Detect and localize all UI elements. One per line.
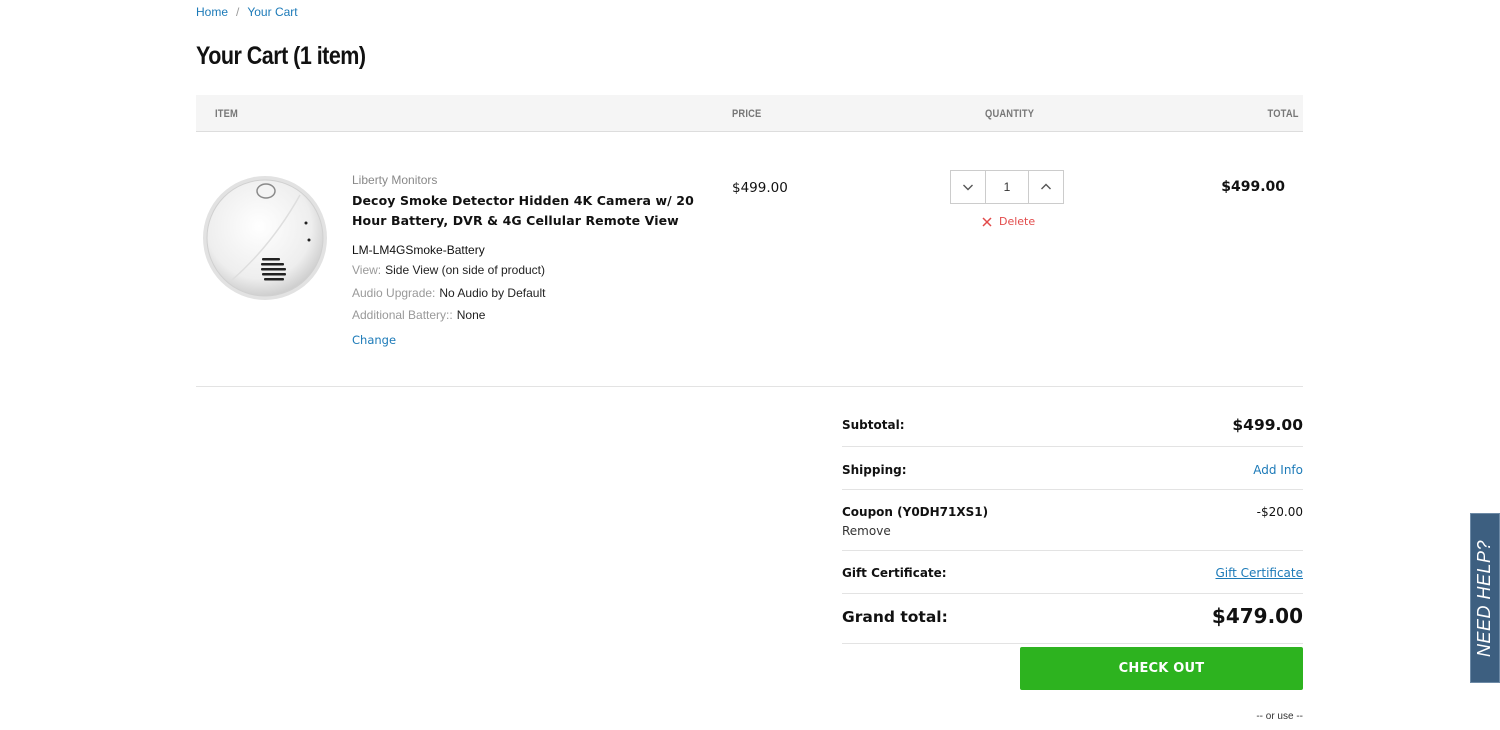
option-battery-value: None bbox=[456, 308, 486, 322]
gift-certificate-label: Gift Certificate: bbox=[842, 566, 947, 580]
smoke-detector-image[interactable] bbox=[202, 175, 328, 301]
cart-totals: Subtotal: $499.00 Shipping: Add Info Cou… bbox=[842, 404, 1303, 644]
option-additional-battery: Additional Battery:: None bbox=[352, 308, 485, 322]
grand-total-value: $479.00 bbox=[1211, 604, 1303, 628]
or-use-text: -- or use -- bbox=[1256, 711, 1303, 722]
breadcrumb: Home / Your Cart bbox=[196, 5, 298, 19]
option-audio-value: No Audio by Default bbox=[439, 286, 546, 300]
shipping-row: Shipping: Add Info bbox=[842, 447, 1303, 490]
cart-table-header: ITEM PRICE QUANTITY TOTAL bbox=[196, 95, 1303, 132]
change-options-link[interactable]: Change bbox=[352, 333, 396, 347]
cart-divider bbox=[196, 386, 1303, 387]
option-audio-label: Audio Upgrade: bbox=[352, 286, 436, 300]
need-help-label: NEED HELP? bbox=[1474, 539, 1495, 657]
subtotal-row: Subtotal: $499.00 bbox=[842, 404, 1303, 447]
option-view: View: Side View (on side of product) bbox=[352, 263, 545, 277]
shipping-add-info-link[interactable]: Add Info bbox=[1253, 463, 1303, 477]
chevron-up-icon bbox=[1041, 183, 1051, 190]
header-quantity: QUANTITY bbox=[985, 108, 1035, 120]
item-total: $499.00 bbox=[1221, 179, 1285, 195]
quantity-increase-button[interactable] bbox=[1029, 171, 1063, 203]
checkout-button[interactable]: CHECK OUT bbox=[1020, 647, 1303, 690]
subtotal-value: $499.00 bbox=[1232, 416, 1303, 434]
option-view-label: View: bbox=[352, 263, 382, 277]
breadcrumb-separator: / bbox=[236, 5, 240, 19]
option-battery-label: Additional Battery:: bbox=[352, 308, 453, 322]
subtotal-label: Subtotal: bbox=[842, 418, 905, 432]
gift-certificate-link[interactable]: Gift Certificate bbox=[1216, 566, 1304, 580]
header-item: ITEM bbox=[215, 108, 239, 120]
need-help-tab[interactable]: NEED HELP? bbox=[1470, 513, 1500, 683]
quantity-input[interactable]: 1 bbox=[985, 171, 1029, 203]
product-name-link[interactable]: Decoy Smoke Detector Hidden 4K Camera w/… bbox=[352, 191, 702, 231]
option-view-value: Side View (on side of product) bbox=[385, 263, 546, 277]
grand-total-label: Grand total: bbox=[842, 608, 948, 626]
breadcrumb-current-link[interactable]: Your Cart bbox=[247, 5, 297, 19]
chevron-down-icon bbox=[963, 184, 973, 191]
header-price: PRICE bbox=[732, 108, 762, 120]
close-icon bbox=[982, 216, 992, 227]
item-price: $499.00 bbox=[732, 180, 788, 196]
quantity-decrease-button[interactable] bbox=[951, 171, 985, 203]
product-brand: Liberty Monitors bbox=[352, 173, 438, 187]
breadcrumb-home-link[interactable]: Home bbox=[196, 5, 228, 19]
product-sku: LM-LM4GSmoke-Battery bbox=[352, 243, 485, 257]
quantity-stepper: 1 bbox=[950, 170, 1064, 204]
shipping-label: Shipping: bbox=[842, 463, 907, 477]
option-audio-upgrade: Audio Upgrade: No Audio by Default bbox=[352, 286, 545, 300]
coupon-remove-link[interactable]: Remove bbox=[842, 524, 891, 538]
grand-total-row: Grand total: $479.00 bbox=[842, 594, 1303, 644]
delete-item-button[interactable]: Delete bbox=[982, 215, 1035, 228]
header-total: TOTAL bbox=[1267, 108, 1299, 120]
coupon-value: -$20.00 bbox=[1256, 505, 1303, 519]
delete-label: Delete bbox=[999, 215, 1036, 228]
coupon-label: Coupon (Y0DH71XS1) bbox=[842, 505, 989, 519]
page-title: Your Cart (1 item) bbox=[196, 42, 366, 70]
gift-certificate-row: Gift Certificate: Gift Certificate bbox=[842, 551, 1303, 594]
coupon-row: Coupon (Y0DH71XS1) -$20.00 Remove bbox=[842, 490, 1303, 551]
